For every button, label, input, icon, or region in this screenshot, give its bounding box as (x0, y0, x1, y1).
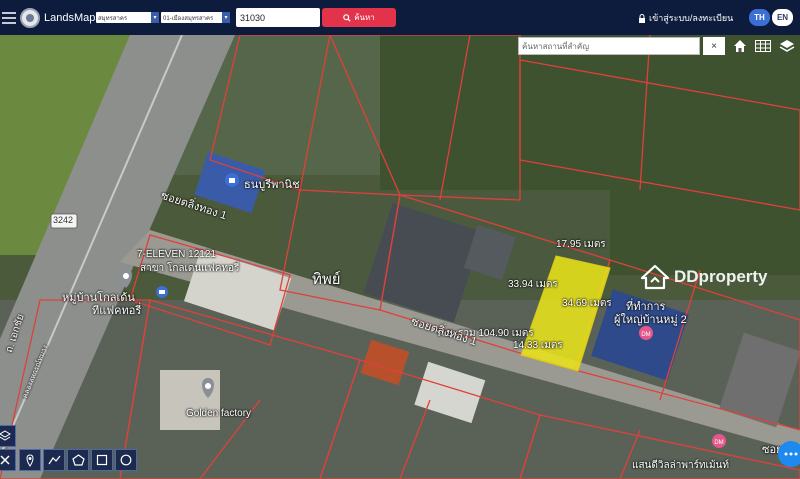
svg-text:DM: DM (641, 332, 650, 338)
seven-eleven-sub-label: สาขา โกลเดนแฟคทอรี่ (140, 263, 240, 274)
app: DM DM 3242 ซอยตลิ่งทอง 1 ธนบูรีพานิช 7-E… (0, 0, 800, 479)
shop-pin-icon (225, 173, 239, 187)
district-select-value: 01-เมืองสมุทรสาคร (163, 15, 214, 22)
ddproperty-watermark: DDproperty (640, 264, 768, 290)
circle-icon (120, 454, 132, 466)
lang-th-button[interactable]: TH (749, 9, 770, 26)
search-button[interactable]: ค้นหา (322, 8, 396, 27)
layers-button[interactable] (776, 35, 798, 57)
svg-text:DM: DM (714, 440, 723, 446)
map-pin-icon (26, 453, 34, 467)
place-search-input[interactable]: ค้นหาสถานที่สำคัญ (518, 37, 700, 55)
lock-icon (639, 13, 645, 23)
chevron-down-icon: ▾ (222, 12, 230, 23)
seven-eleven-label: 7-ELEVEN 12121 (137, 249, 216, 260)
apartment-label: แสนดีวิลล่าพาร์ทเม้นท์ (632, 460, 729, 471)
home-icon (734, 40, 746, 52)
rectangle-icon (96, 454, 108, 466)
store-pin-icon (156, 286, 168, 298)
close-icon (0, 455, 10, 465)
dimension-left: 33.94 เมตร (508, 279, 558, 290)
office-sub-label: ผู้ใหญ่บ้านหมู่ 2 (614, 314, 687, 326)
search-icon (343, 13, 351, 22)
golden-factory-label: Golden factory (186, 408, 252, 419)
province-select[interactable]: สมุทรสาคร ▾ (96, 12, 159, 23)
layers-icon (779, 40, 795, 52)
chat-icon (784, 452, 798, 456)
grid-button[interactable] (752, 35, 774, 57)
layers-tool-button[interactable] (0, 425, 16, 447)
dimension-top: 17.95 เมตร (556, 239, 606, 250)
brand-name: LandsMaps (44, 11, 101, 24)
login-link-label: เข้าสู่ระบบ/ลงทะเบียน (649, 13, 734, 23)
measure-line-tool-button[interactable] (43, 449, 65, 471)
layers-icon (0, 430, 11, 441)
top-bar: LandsMaps สมุทรสาคร ▾ 01-เมืองสมุทรสาคร … (0, 0, 800, 35)
ddproperty-text: DDproperty (674, 267, 768, 286)
satellite-map[interactable]: DM DM (0, 0, 800, 479)
route-number: 3242 (53, 215, 74, 225)
thip-label: ทิพย์ (312, 271, 341, 288)
apartment-pin-icon: DM (712, 434, 726, 448)
ddproperty-logo-icon (640, 264, 670, 290)
office-pin-icon: DM (639, 326, 653, 340)
village-sub-label: ทีแฟคทอรี่ (92, 305, 142, 317)
circle-tool-button[interactable] (115, 449, 137, 471)
login-link[interactable]: เข้าสู่ระบบ/ลงทะเบียน (638, 11, 733, 25)
pin-tool-button[interactable] (19, 449, 41, 471)
menu-icon[interactable] (2, 11, 16, 24)
polygon-icon (71, 454, 85, 466)
search-button-label: ค้นหา (354, 13, 375, 22)
chevron-down-icon: ▾ (151, 12, 159, 23)
clear-tool-button[interactable] (0, 449, 16, 471)
dimension-right: 34.69 เมตร (562, 298, 612, 309)
landsmaps-logo (20, 7, 40, 28)
home-button[interactable] (729, 35, 751, 57)
lang-en-button[interactable]: EN (772, 9, 793, 26)
polyline-icon (48, 455, 60, 465)
dimension-bottom: 14.33 เมตร (513, 340, 563, 351)
chat-button[interactable] (778, 441, 800, 467)
polygon-tool-button[interactable] (67, 449, 89, 471)
clear-search-button[interactable]: × (703, 37, 725, 55)
province-select-value: สมุทรสาคร (98, 15, 128, 22)
rectangle-tool-button[interactable] (91, 449, 113, 471)
shop-label: ธนบูรีพานิช (244, 179, 300, 191)
district-select[interactable]: 01-เมืองสมุทรสาคร ▾ (161, 12, 230, 23)
parcel-search-input[interactable]: 31030 (236, 8, 320, 27)
grid-icon (755, 40, 771, 52)
